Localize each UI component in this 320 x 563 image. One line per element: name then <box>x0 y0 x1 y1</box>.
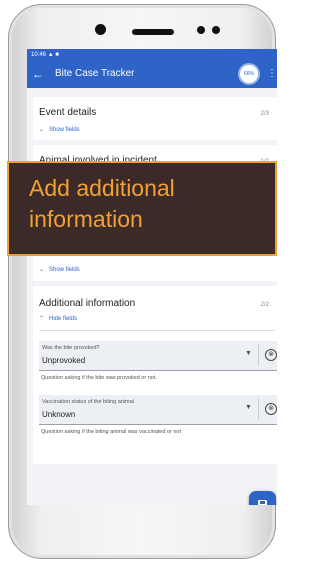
hide-fields-toggle[interactable]: ⌃ Hide fields <box>39 315 77 322</box>
field-hint: Question asking if the bite was provoked… <box>41 375 157 381</box>
section-title: Event details <box>39 107 97 118</box>
section-title: Additional information <box>39 298 136 309</box>
field-value: Unprovoked <box>42 356 86 365</box>
vaccination-status-select[interactable]: Vaccination status of the biting animal … <box>39 395 277 425</box>
proximity-sensor <box>197 26 205 34</box>
dropdown-arrow-icon: ▼ <box>245 404 252 411</box>
back-arrow-icon[interactable]: ← <box>32 66 44 82</box>
front-camera <box>95 24 106 35</box>
field-value: Unknown <box>42 410 76 419</box>
status-icons: ▲ ■ <box>47 52 59 58</box>
field-label: Vaccination status of the biting animal <box>42 399 134 405</box>
status-time: 10:46 <box>31 52 47 58</box>
toggle-label: Show fields <box>49 127 80 133</box>
section-event-details: Event details 2/3 ⌄ Show fields <box>33 97 277 140</box>
field-separator <box>258 398 259 420</box>
chevron-down-icon: ⌄ <box>39 267 45 273</box>
toggle-label: Show fields <box>49 267 80 273</box>
instruction-overlay: Add additional information <box>7 161 277 256</box>
clear-icon[interactable]: ⊗ <box>265 403 277 415</box>
show-fields-toggle[interactable]: ⌄ Show fields <box>39 126 80 133</box>
field-label: Was the bite provoked? <box>42 345 100 351</box>
speaker-grille <box>132 29 174 35</box>
app-title: Bite Case Tracker <box>55 68 135 79</box>
toggle-label: Hide fields <box>49 316 78 322</box>
more-menu-icon[interactable]: ⋮ <box>267 68 277 80</box>
section-additional-information: Additional information 2/2 ⌃ Hide fields … <box>33 286 277 464</box>
chevron-up-icon: ⌃ <box>39 316 45 322</box>
section-divider <box>39 330 275 331</box>
app-bar: ← Bite Case Tracker 66% ⋮ <box>27 61 277 88</box>
dropdown-arrow-icon: ▼ <box>245 350 252 357</box>
show-fields-toggle[interactable]: ⌄ Show fields <box>39 266 80 273</box>
clear-icon[interactable]: ⊗ <box>265 349 277 361</box>
save-icon <box>258 500 267 505</box>
section-count: 2/2 <box>260 302 269 308</box>
bite-provoked-select[interactable]: Was the bite provoked? Unprovoked ▼ ⊗ <box>39 341 277 371</box>
field-hint: Question asking if the biting animal was… <box>41 429 182 435</box>
status-bar: 10:46 ▲ ■ <box>27 49 277 61</box>
chevron-down-icon: ⌄ <box>39 127 45 133</box>
light-sensor <box>212 26 220 34</box>
phone-frame: 10:46 ▲ ■ ← Bite Case Tracker 66% ⋮ Even… <box>8 4 277 559</box>
field-separator <box>258 344 259 366</box>
save-button[interactable] <box>249 491 276 505</box>
app-screen: 10:46 ▲ ■ ← Bite Case Tracker 66% ⋮ Even… <box>27 49 277 505</box>
section-count: 2/3 <box>260 111 269 117</box>
progress-indicator: 66% <box>240 65 258 83</box>
